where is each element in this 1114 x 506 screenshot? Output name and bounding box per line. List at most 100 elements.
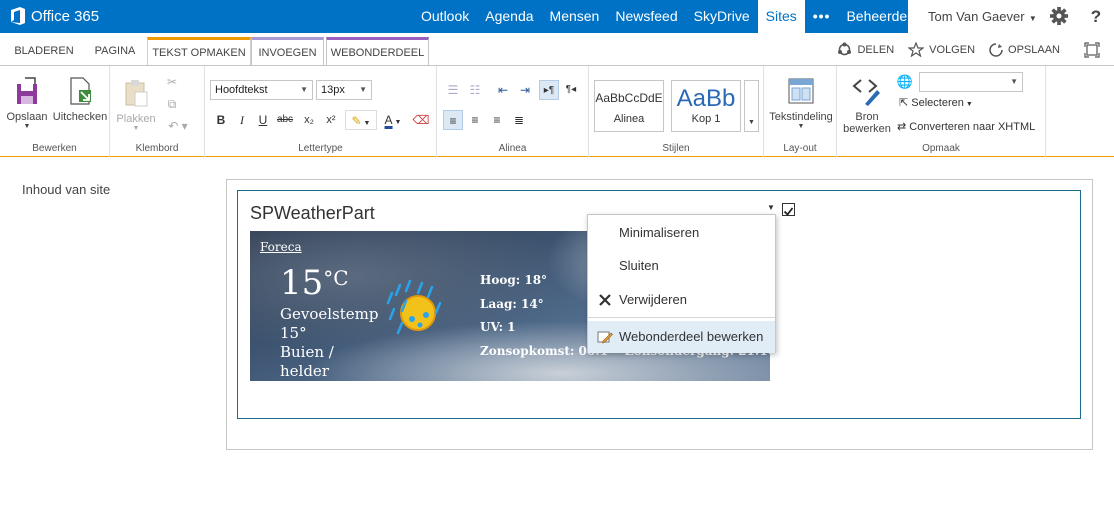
indent-button[interactable]: ⇥ (515, 80, 535, 100)
menu-item-minimize[interactable]: Minimaliseren (588, 217, 775, 249)
align-left-button[interactable]: ≡ (443, 110, 463, 130)
chevron-down-icon: ▼ (300, 85, 308, 94)
language-button[interactable]: 🌐 (895, 72, 915, 92)
leftnav-site-contents[interactable]: Inhoud van site (22, 182, 110, 197)
save-big-button[interactable]: Opslaan ▼ (4, 76, 50, 130)
outdent-button[interactable]: ⇤ (493, 80, 513, 100)
feels-label: Gevoelstemp (280, 305, 379, 323)
select-button[interactable]: ⇱ Selecteren ▼ (899, 96, 973, 109)
tab-invoegen[interactable]: INVOEGEN (251, 37, 324, 66)
bold-button[interactable]: B (211, 110, 231, 130)
menu-item-delete[interactable]: Verwijderen (588, 284, 775, 316)
tab-tekst-opmaken[interactable]: TEKST OPMAKEN (147, 37, 251, 66)
font-family-select[interactable]: Hoofdtekst ▼ (210, 80, 313, 100)
save-page-button[interactable]: OPSLAAN (989, 42, 1060, 57)
menu-item-edit-webpart[interactable]: Webonderdeel bewerken (588, 321, 775, 353)
save-icon (989, 42, 1003, 57)
align-right-button[interactable]: ≡ (487, 110, 507, 130)
rtl-button[interactable]: ¶◂ (561, 80, 581, 100)
bullet-list-button[interactable]: ☰ (443, 80, 463, 100)
style-alinea-name: Alinea (613, 113, 645, 125)
save-label: OPSLAAN (1008, 43, 1060, 56)
chevron-down-icon: ▼ (797, 123, 805, 130)
foreca-link[interactable]: Foreca (260, 240, 302, 254)
markup-style-select[interactable]: ▼ (919, 72, 1023, 92)
text-layout-button[interactable]: Tekstindeling ▼ (766, 76, 836, 130)
chevron-down-icon: ▼ (361, 120, 371, 127)
menu-item-delete-label: Verwijderen (619, 292, 687, 307)
style-alinea[interactable]: AaBbCcDdE Alinea (594, 80, 664, 132)
subscript-icon: x₂ (304, 114, 314, 126)
style-alinea-sample: AaBbCcDdE (595, 91, 663, 105)
share-icon (838, 42, 852, 56)
cut-button[interactable]: ✂ (162, 72, 182, 92)
focus-content-button[interactable] (1084, 41, 1100, 58)
tab-pagina[interactable]: PAGINA (84, 37, 146, 66)
nav-sites[interactable]: Sites (757, 0, 805, 33)
checkout-button[interactable]: Uitchecken (52, 76, 108, 123)
undo-button[interactable]: ↶ ▾ (162, 116, 194, 136)
numbered-list-button[interactable]: ☷ (465, 80, 485, 100)
superscript-button[interactable]: x² (321, 110, 341, 130)
webpart-title[interactable]: SPWeatherPart (250, 203, 375, 224)
align-center-icon: ≡ (471, 113, 479, 127)
convert-label: Converteren naar XHTML (909, 121, 1036, 133)
strikethrough-icon: abc (276, 114, 294, 125)
align-left-icon: ≡ (449, 114, 457, 128)
ltr-icon: ▸¶ (543, 85, 555, 96)
nav-outlook[interactable]: Outlook (413, 0, 477, 33)
globe-icon: 🌐 (896, 74, 914, 89)
menu-item-edit-label: Webonderdeel bewerken (619, 329, 764, 344)
share-button[interactable]: DELEN (837, 42, 894, 57)
office365-logo[interactable]: Office 365 (10, 7, 99, 25)
justify-button[interactable]: ≣ (509, 110, 529, 130)
nav-agenda[interactable]: Agenda (477, 0, 541, 33)
convert-xhtml-button[interactable]: ⇄ Converteren naar XHTML (897, 120, 1035, 133)
subscript-button[interactable]: x₂ (299, 110, 319, 130)
nav-skydrive[interactable]: SkyDrive (686, 0, 758, 33)
clear-format-button[interactable]: ⌫ (411, 110, 431, 130)
temperature-unit: °C (323, 266, 349, 290)
chevron-down-icon: ▼ (1026, 14, 1037, 23)
chevron-down-icon: ▼ (23, 123, 31, 130)
webpart-menu-arrow[interactable]: ▼ (767, 203, 775, 212)
text-layout-icon (788, 78, 814, 104)
tab-bladeren[interactable]: BLADEREN (10, 37, 78, 66)
nav-mensen[interactable]: Mensen (542, 0, 608, 33)
tab-webonderdeel[interactable]: WEBONDERDEEL (326, 37, 429, 66)
highlight-color-button[interactable]: ✎ ▼ (345, 110, 377, 130)
bold-icon: B (216, 113, 226, 127)
nav-more[interactable]: ••• (805, 0, 839, 33)
styles-more-button[interactable]: ▼ (744, 80, 759, 132)
fullscreen-icon (1084, 41, 1100, 58)
help-button[interactable]: ? (1078, 0, 1114, 33)
style-kop1[interactable]: AaBb Kop 1 (671, 80, 741, 132)
top-nav: Outlook Agenda Mensen Newsfeed SkyDrive … (413, 0, 933, 33)
align-center-button[interactable]: ≡ (465, 110, 485, 130)
settings-button[interactable] (1040, 0, 1078, 33)
indent-icon: ⇥ (519, 83, 531, 97)
group-label-stijlen: Stijlen (662, 143, 690, 154)
italic-button[interactable]: I (232, 110, 252, 130)
font-color-icon: A (384, 113, 393, 127)
source-edit-button[interactable]: Bron bewerken (841, 74, 893, 135)
highlighter-icon: ✎ (351, 114, 362, 128)
ltr-button[interactable]: ▸¶ (539, 80, 559, 100)
webpart-checkbox[interactable] (782, 203, 795, 216)
menu-separator (588, 317, 775, 318)
group-label-lettertype: Lettertype (298, 143, 343, 154)
menu-item-close[interactable]: Sluiten (588, 250, 775, 282)
nav-newsfeed[interactable]: Newsfeed (607, 0, 685, 33)
font-size-select[interactable]: 13px ▼ (316, 80, 372, 100)
paste-button[interactable]: Plakken ▼ (116, 78, 156, 132)
font-color-button[interactable]: A ▼ (379, 110, 407, 130)
underline-button[interactable]: U (253, 110, 273, 130)
strikethrough-button[interactable]: abc (275, 110, 295, 130)
copy-button[interactable]: ⧉ (162, 94, 182, 114)
user-menu[interactable]: Tom Van Gaever ▼ (908, 0, 1040, 33)
follow-button[interactable]: VOLGEN (908, 42, 975, 57)
outdent-icon: ⇤ (497, 83, 509, 97)
checkout-icon (70, 77, 91, 105)
bullet-list-icon: ☰ (447, 83, 459, 97)
edit-webpart-icon (597, 331, 613, 344)
